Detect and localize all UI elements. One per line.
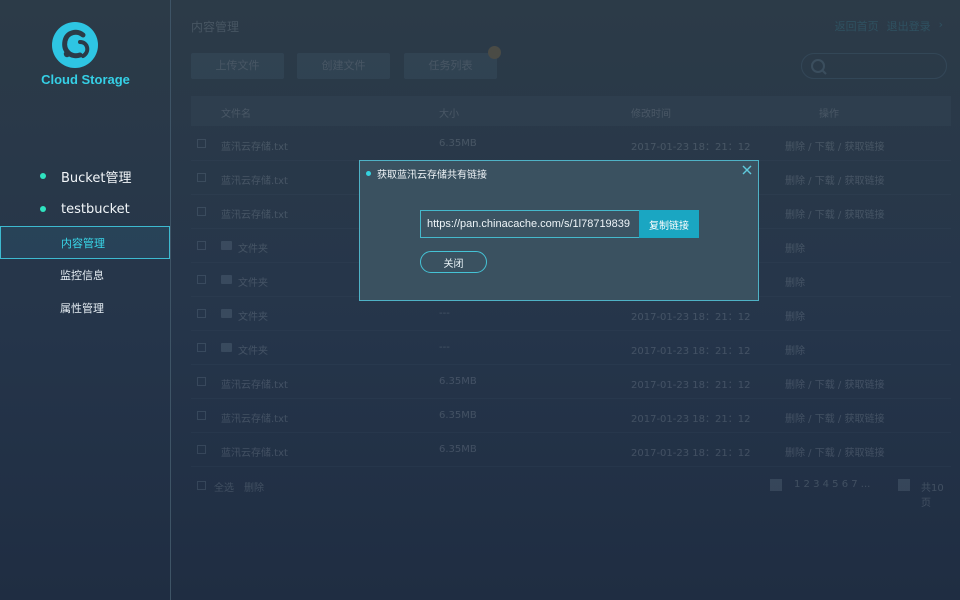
bullet-icon — [366, 171, 371, 176]
brand-name: Cloud Storage — [41, 72, 130, 87]
share-link-input[interactable] — [420, 210, 640, 238]
file-size-cell: 6.35MB — [439, 444, 477, 455]
prev-page-icon[interactable] — [770, 479, 782, 491]
file-size-cell: 6.35MB — [439, 410, 477, 421]
file-size-cell: 6.35MB — [439, 138, 477, 149]
bullet-icon — [40, 206, 46, 212]
row-checkbox[interactable] — [197, 377, 206, 386]
row-actions[interactable]: 删除 / 下载 / 获取链接 — [785, 206, 884, 221]
batch-delete-link[interactable]: 删除 — [244, 479, 264, 494]
task-badge — [488, 46, 501, 59]
folder-icon — [221, 241, 232, 250]
table-row[interactable]: 蓝汛云存储.txt 6.35MB 2017-01-23 18：21：12 删除 / 下… — [191, 433, 951, 467]
folder-icon — [221, 275, 232, 284]
table-row[interactable]: 蓝汛云存储.txt 6.35MB 2017-01-23 18：21：12 删除 / 下… — [191, 365, 951, 399]
file-name-cell: 蓝汛云存储.txt — [221, 142, 288, 153]
row-checkbox[interactable] — [197, 275, 206, 284]
row-checkbox[interactable] — [197, 241, 206, 250]
search-icon — [811, 59, 827, 75]
dialog-title-text: 获取蓝汛云存储共有链接 — [377, 170, 487, 181]
file-size-cell: --- — [439, 342, 450, 353]
row-actions[interactable]: 删除 / 下载 / 获取链接 — [785, 444, 884, 459]
page-total: 共10页 — [921, 483, 944, 509]
share-link-dialog: 获取蓝汛云存储共有链接 复制链接 关闭 — [359, 160, 759, 301]
table-row[interactable]: 蓝汛云存储.txt 6.35MB 2017-01-23 18：21：12 删除 / 下… — [191, 127, 951, 161]
row-actions[interactable]: 删除 — [785, 342, 805, 357]
row-checkbox[interactable] — [197, 343, 206, 352]
home-link[interactable]: 返回首页 — [835, 18, 879, 34]
file-name-cell: 文件夹 — [238, 346, 268, 357]
dialog-title: 获取蓝汛云存储共有链接 — [366, 166, 487, 181]
column-header-actions: 操作 — [819, 109, 839, 120]
select-all-checkbox[interactable] — [197, 481, 206, 490]
sidebar-bucket-label: Bucket管理 — [61, 170, 132, 186]
file-name-cell: 蓝汛云存储.txt — [221, 414, 288, 425]
file-name-cell: 蓝汛云存储.txt — [221, 176, 288, 187]
row-checkbox[interactable] — [197, 173, 206, 182]
column-header-name: 文件名 — [221, 109, 251, 120]
modified-time-cell: 2017-01-23 18：21：12 — [631, 414, 751, 425]
cloud-c-logo-icon — [52, 22, 98, 68]
pagination[interactable]: 1 2 3 4 5 6 7 ... — [794, 479, 870, 490]
top-links: 返回首页 退出登录 › — [835, 18, 943, 34]
sidebar-item-monitor[interactable]: 监控信息 — [0, 259, 171, 292]
file-name-cell: 蓝汛云存储.txt — [221, 210, 288, 221]
row-actions[interactable]: 删除 — [785, 274, 805, 289]
sidebar-item-content[interactable]: 内容管理 — [0, 226, 170, 259]
file-name-cell: 蓝汛云存储.txt — [221, 448, 288, 459]
bullet-icon — [40, 173, 46, 179]
file-name-cell: 文件夹 — [238, 312, 268, 323]
row-checkbox[interactable] — [197, 309, 206, 318]
logout-link[interactable]: 退出登录 — [887, 18, 931, 34]
row-actions[interactable]: 删除 / 下载 / 获取链接 — [785, 376, 884, 391]
row-actions[interactable]: 删除 / 下载 / 获取链接 — [785, 410, 884, 425]
modified-time-cell: 2017-01-23 18：21：12 — [631, 142, 751, 153]
column-header-size: 大小 — [439, 109, 459, 120]
table-row[interactable]: 文件夹 --- 2017-01-23 18：21：12 删除 — [191, 331, 951, 365]
row-checkbox[interactable] — [197, 411, 206, 420]
file-name-cell: 蓝汛云存储.txt — [221, 380, 288, 391]
select-all-label[interactable]: 全选 — [214, 479, 234, 494]
sidebar: Cloud Storage Bucket管理 testbucket 内容管理 监… — [0, 0, 171, 600]
modified-time-cell: 2017-01-23 18：21：12 — [631, 448, 751, 459]
column-header-time: 修改时间 — [631, 109, 671, 120]
row-checkbox[interactable] — [197, 139, 206, 148]
chevron-right-icon: › — [938, 18, 943, 31]
copy-link-button[interactable]: 复制链接 — [639, 210, 699, 238]
row-actions[interactable]: 删除 / 下载 / 获取链接 — [785, 172, 884, 187]
task-list-button[interactable]: 任务列表 — [404, 53, 497, 79]
table-row[interactable]: 蓝汛云存储.txt 6.35MB 2017-01-23 18：21：12 删除 / 下… — [191, 399, 951, 433]
table-row[interactable]: 文件夹 --- 2017-01-23 18：21：12 删除 — [191, 297, 951, 331]
table-header: 文件名 大小 修改时间 操作 — [191, 96, 951, 126]
folder-icon — [221, 343, 232, 352]
row-checkbox[interactable] — [197, 445, 206, 454]
sidebar-item-properties[interactable]: 属性管理 — [0, 292, 171, 325]
search-input[interactable] — [801, 53, 947, 79]
sidebar-bucket-manage[interactable]: Bucket管理 — [40, 166, 131, 186]
modified-time-cell: 2017-01-23 18：21：12 — [631, 346, 751, 357]
file-name-cell: 文件夹 — [238, 244, 268, 255]
row-actions[interactable]: 删除 — [785, 240, 805, 255]
sidebar-bucket-label: testbucket — [61, 201, 130, 217]
table-footer: 全选 删除 1 2 3 4 5 6 7 ... 共10页 — [191, 478, 951, 509]
upload-file-button[interactable]: 上传文件 — [191, 53, 284, 79]
file-size-cell: 6.35MB — [439, 376, 477, 387]
page-title: 内容管理 — [191, 20, 240, 34]
file-name-cell: 文件夹 — [238, 278, 268, 289]
row-checkbox[interactable] — [197, 207, 206, 216]
sidebar-bucket-testbucket[interactable]: testbucket — [40, 199, 130, 219]
close-icon[interactable] — [741, 164, 753, 176]
close-dialog-button[interactable]: 关闭 — [420, 251, 487, 273]
create-file-button[interactable]: 创建文件 — [297, 53, 390, 79]
next-page-icon[interactable] — [898, 479, 910, 491]
row-actions[interactable]: 删除 / 下载 / 获取链接 — [785, 138, 884, 153]
file-size-cell: --- — [439, 308, 450, 319]
modified-time-cell: 2017-01-23 18：21：12 — [631, 380, 751, 391]
modified-time-cell: 2017-01-23 18：21：12 — [631, 312, 751, 323]
folder-icon — [221, 309, 232, 318]
row-actions[interactable]: 删除 — [785, 308, 805, 323]
